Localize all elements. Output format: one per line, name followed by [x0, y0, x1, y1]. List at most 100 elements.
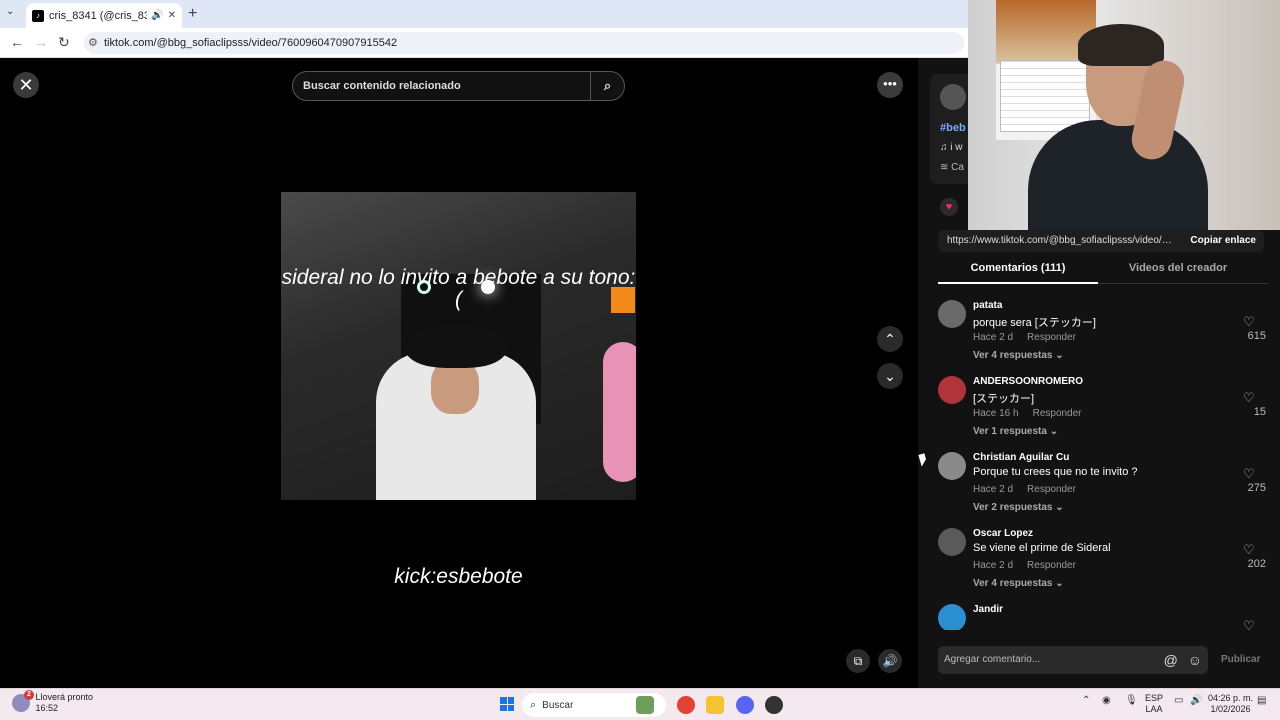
search-icon[interactable]: ⌕: [590, 72, 624, 100]
add-comment-placeholder: Agregar comentario...: [944, 654, 1041, 665]
browser-tab-bar: ⌄ ♪ cris_8341 (@cris_8341) | Tik 🔊 ✕ +: [0, 0, 968, 28]
app-icon-2[interactable]: [765, 696, 783, 714]
comment-item: Jandir ♡: [918, 600, 1280, 630]
new-tab-button[interactable]: +: [188, 5, 197, 23]
tray-app-icon[interactable]: ◉: [1102, 695, 1111, 706]
taskbar-search-icon: ⌕: [530, 699, 537, 711]
close-button[interactable]: ✕: [13, 72, 39, 98]
comment-like-count: 202: [1247, 558, 1266, 570]
file-explorer-icon[interactable]: [706, 696, 724, 714]
music-link[interactable]: ♫ i w: [940, 142, 963, 153]
view-replies-button[interactable]: Ver 4 respuestas ⌄: [973, 350, 1064, 361]
tab-creator-videos[interactable]: Videos del creador: [1098, 262, 1258, 274]
commenter-username[interactable]: ANDERSOONROMERO: [973, 376, 1083, 387]
commenter-avatar[interactable]: [938, 376, 966, 404]
clock-date: 1/02/2026: [1210, 704, 1251, 714]
chrome-icon[interactable]: [677, 696, 695, 714]
close-tab-icon[interactable]: ✕: [168, 10, 176, 21]
comment-like-heart-icon[interactable]: ♡: [1243, 390, 1255, 406]
share-link-row: https://www.tiktok.com/@bbg_sofiaclipsss…: [938, 230, 1264, 252]
commenter-username[interactable]: Jandir: [973, 604, 1003, 615]
url-text: tiktok.com/@bbg_sofiaclipsss/video/76009…: [104, 37, 398, 49]
video-player[interactable]: sideral no lo invito a bebote a su tono:…: [281, 117, 636, 688]
notification-icon[interactable]: ▤: [1257, 695, 1266, 706]
microphone-icon[interactable]: 🎙: [1125, 695, 1138, 706]
url-field[interactable]: ⚙ tiktok.com/@bbg_sofiaclipsss/video/760…: [84, 32, 964, 54]
comment-item: patata porque sera [ステッカー] Hace 2 d Respo…: [918, 296, 1280, 372]
speaker-tray-icon[interactable]: 🔊: [1190, 695, 1202, 706]
hashtag-link[interactable]: #beb: [940, 122, 966, 134]
discord-icon[interactable]: [736, 696, 754, 714]
publish-button[interactable]: Publicar: [1221, 654, 1260, 665]
comment-like-heart-icon[interactable]: ♡: [1243, 542, 1255, 558]
weather-badge: 2: [24, 690, 34, 700]
commenter-avatar[interactable]: [938, 300, 966, 328]
weather-title: Lloverá pronto: [35, 692, 94, 702]
back-icon[interactable]: ←: [10, 34, 24, 50]
comment-like-heart-icon[interactable]: ♡: [1243, 466, 1255, 482]
commenter-avatar[interactable]: [938, 604, 966, 630]
comment-text: Se viene el prime de Sideral: [973, 542, 1111, 554]
comment-meta: Hace 16 h Responder: [973, 408, 1082, 419]
like-heart-icon[interactable]: ♥: [940, 198, 958, 216]
related-search-input[interactable]: Buscar contenido relacionado ⌕: [292, 71, 625, 101]
reply-button[interactable]: Responder: [1027, 560, 1076, 571]
comment-meta: Hace 2 d Responder: [973, 332, 1076, 343]
commenter-username[interactable]: patata: [973, 300, 1002, 311]
copy-link-button[interactable]: Copiar enlace: [1190, 230, 1256, 252]
windows-taskbar: 2 Lloverá pronto 16:52 ⌕ Buscar ⌃ ◉ 🎙 ESP…: [0, 688, 1280, 720]
lang-top: ESP: [1145, 693, 1164, 703]
comment-text: porque sera [ステッカー]: [973, 317, 1096, 329]
tab-search-chevron-icon[interactable]: ⌄: [6, 6, 14, 17]
language-indicator[interactable]: ESP LAA: [1145, 693, 1163, 715]
view-replies-button[interactable]: Ver 1 respuesta ⌄: [973, 426, 1058, 437]
comment-like-heart-icon[interactable]: ♡: [1243, 618, 1255, 630]
picture-in-picture-icon[interactable]: ⧉: [846, 649, 870, 673]
commenter-username[interactable]: Oscar Lopez: [973, 528, 1033, 539]
comment-like-heart-icon[interactable]: ♡: [1243, 314, 1255, 330]
tray-chevron-icon[interactable]: ⌃: [1082, 695, 1090, 706]
pink-chair: [603, 342, 636, 482]
app-icon-1[interactable]: [636, 696, 654, 714]
webcam-person-hair: [1078, 24, 1164, 66]
reply-button[interactable]: Responder: [1027, 484, 1076, 495]
commenter-avatar[interactable]: [938, 452, 966, 480]
browser-tab[interactable]: ♪ cris_8341 (@cris_8341) | Tik 🔊 ✕: [26, 3, 182, 28]
weather-widget[interactable]: 2 Lloverá pronto 16:52: [12, 690, 94, 714]
comment-time: Hace 2 d: [973, 484, 1014, 495]
emoji-icon[interactable]: ☺: [1188, 652, 1202, 668]
reply-button[interactable]: Responder: [1033, 408, 1082, 419]
search-placeholder: Buscar contenido relacionado: [303, 80, 461, 92]
windows-start-icon[interactable]: [500, 697, 514, 711]
comment-like-count: 275: [1247, 482, 1266, 494]
tiktok-favicon-icon: ♪: [32, 9, 44, 22]
video-caption-bottom: kick:esbebote: [394, 565, 523, 588]
creator-avatar[interactable]: [940, 84, 966, 110]
add-comment-input[interactable]: Agregar comentario... @ ☺: [938, 646, 1208, 674]
weather-icon: 2: [12, 690, 34, 712]
reload-icon[interactable]: ↻: [58, 34, 70, 51]
network-icon[interactable]: ▭: [1174, 695, 1183, 706]
system-clock[interactable]: 04:26 p. m. 1/02/2026: [1208, 693, 1253, 715]
wall-calendar: [1000, 60, 1090, 132]
streamer-face: [431, 360, 479, 414]
reply-button[interactable]: Responder: [1027, 332, 1076, 343]
view-replies-button[interactable]: Ver 4 respuestas ⌄: [973, 578, 1064, 589]
view-replies-button[interactable]: Ver 2 respuestas ⌄: [973, 502, 1064, 513]
speaker-icon[interactable]: 🔊: [151, 10, 163, 21]
next-video-button[interactable]: ⌄: [877, 363, 903, 389]
tab-comments[interactable]: Comentarios (111): [938, 262, 1098, 284]
previous-video-button[interactable]: ⌃: [877, 326, 903, 352]
comment-meta: Hace 2 d Responder: [973, 484, 1076, 495]
commenter-avatar[interactable]: [938, 528, 966, 556]
weather-time: 16:52: [35, 703, 59, 713]
volume-icon[interactable]: 🔊: [878, 649, 902, 673]
mention-icon[interactable]: @: [1164, 652, 1178, 668]
site-info-icon[interactable]: ⚙: [88, 32, 98, 54]
video-frame: [281, 192, 636, 500]
taskbar-search-label: Buscar: [542, 700, 574, 711]
forward-icon[interactable]: →: [34, 34, 48, 50]
more-options-button[interactable]: •••: [877, 72, 903, 98]
commenter-username[interactable]: Christian Aguilar Cu: [973, 452, 1069, 463]
video-caption-top: sideral no lo invito a bebote a su tono:…: [281, 266, 636, 311]
